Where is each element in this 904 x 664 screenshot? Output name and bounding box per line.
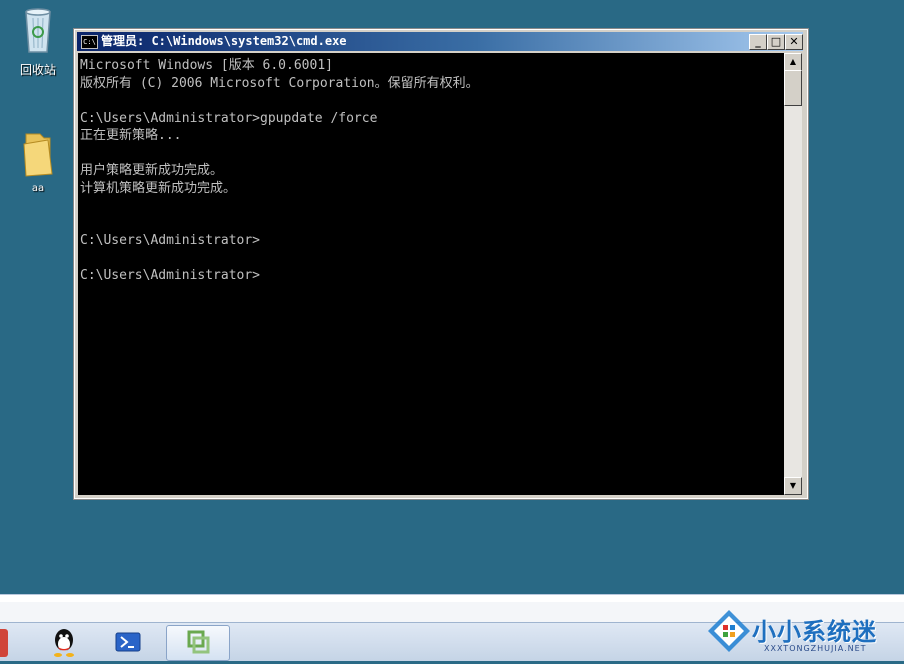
close-button[interactable]: ✕ — [785, 34, 803, 50]
console-line: ​ — [80, 250, 782, 268]
folder-icon — [23, 133, 53, 177]
scroll-thumb[interactable] — [784, 70, 802, 106]
console-line: Microsoft Windows [版本 6.0.6001] — [80, 58, 333, 73]
console-line: C:\Users\Administrator> — [80, 233, 261, 248]
minimize-button[interactable]: _ — [749, 34, 767, 50]
recycle-bin-icon — [25, 8, 51, 53]
qq-icon — [54, 629, 74, 657]
cmd-icon: C:\ — [81, 35, 98, 49]
watermark-text: 小小系统迷 — [752, 618, 877, 646]
console-line: C:\Users\Administrator>gpupdate /force — [80, 110, 378, 126]
console-line: ​ — [80, 215, 782, 233]
console-line: C:\Users\Administrator> — [80, 268, 261, 283]
console-line: 版权所有 (C) 2006 Microsoft Corporation。保留所有… — [80, 75, 479, 91]
desktop-icon-label: 回收站 — [19, 63, 56, 77]
console-output[interactable]: Microsoft Windows [版本 6.0.6001] 版权所有 (C) … — [78, 53, 784, 495]
console-line: ​ — [80, 145, 782, 163]
scroll-up-button[interactable]: ▲ — [784, 53, 802, 71]
start-button-edge[interactable] — [0, 629, 8, 657]
scroll-down-button[interactable]: ▼ — [784, 477, 802, 495]
powershell-icon — [115, 632, 141, 652]
desktop-icon-folder[interactable]: aa — [8, 128, 68, 194]
watermark-subtext: XXXTONGZHUJIA.NET — [764, 644, 867, 653]
cmd-window[interactable]: C:\ 管理员: C:\Windows\system32\cmd.exe _ □… — [73, 28, 809, 500]
console-line: 计算机策略更新成功完成。 — [80, 180, 237, 196]
desktop-icon-recycle-bin[interactable]: 回收站 — [8, 4, 68, 78]
site-watermark: 小小系统迷 XXXTONGZHUJIA.NET — [704, 604, 894, 660]
watermark-logo-icon — [708, 610, 750, 652]
taskbar-item-qq[interactable] — [40, 625, 88, 659]
console-line: 用户策略更新成功完成。 — [80, 163, 224, 178]
desktop: 回收站 aa C:\ 管理员: C:\Windows\system32\cmd.… — [0, 0, 904, 594]
restore-button[interactable]: □ — [767, 34, 785, 50]
console-line: ​ — [80, 197, 782, 215]
console-line: ​ — [80, 92, 782, 110]
taskbar-item-powershell[interactable] — [104, 625, 152, 659]
window-titlebar[interactable]: C:\ 管理员: C:\Windows\system32\cmd.exe _ □… — [77, 32, 803, 51]
window-title: 管理员: C:\Windows\system32\cmd.exe — [101, 34, 347, 48]
vertical-scrollbar[interactable]: ▲ ▼ — [784, 53, 802, 495]
vmware-icon — [187, 630, 210, 654]
console-line: 正在更新策略... — [80, 128, 182, 143]
taskbar-item-vmware[interactable] — [166, 625, 230, 661]
desktop-icon-label: aa — [31, 183, 45, 194]
